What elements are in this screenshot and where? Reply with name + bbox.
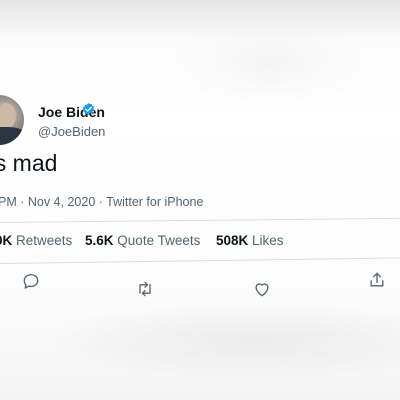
tweet-text: es mad <box>0 150 58 176</box>
likes-stat: 508K Likes <box>216 233 284 248</box>
retweet-icon <box>135 279 155 299</box>
fabric-fold <box>170 20 370 110</box>
printed-tweet-flag: Joe Biden @JoeBiden es mad PM · Nov 4, 2… <box>0 0 400 400</box>
likes-label: Likes <box>252 233 284 248</box>
retweets-count: 0K <box>0 233 13 248</box>
avatar-face <box>0 103 16 129</box>
likes-count: 508K <box>216 233 249 248</box>
like-icon <box>252 279 272 299</box>
author-handle: @JoeBiden <box>38 124 106 139</box>
avatar-suit <box>0 127 24 145</box>
retweets-stat: 0K Retweets <box>0 233 72 248</box>
divider <box>0 257 400 264</box>
quote-tweets-count: 5.6K <box>85 233 114 248</box>
reply-icon <box>21 271 41 291</box>
fabric-fold <box>40 300 400 380</box>
avatar <box>0 95 24 145</box>
verified-badge-icon <box>83 102 94 115</box>
fabric-shadow-top <box>0 0 400 40</box>
tweet-meta: PM · Nov 4, 2020 · Twitter for iPhone <box>0 195 204 209</box>
share-icon <box>367 270 387 290</box>
divider <box>0 217 400 223</box>
retweets-label: Retweets <box>16 233 73 248</box>
quote-tweets-label: Quote Tweets <box>117 233 201 248</box>
quote-tweets-stat: 5.6K Quote Tweets <box>85 233 200 248</box>
